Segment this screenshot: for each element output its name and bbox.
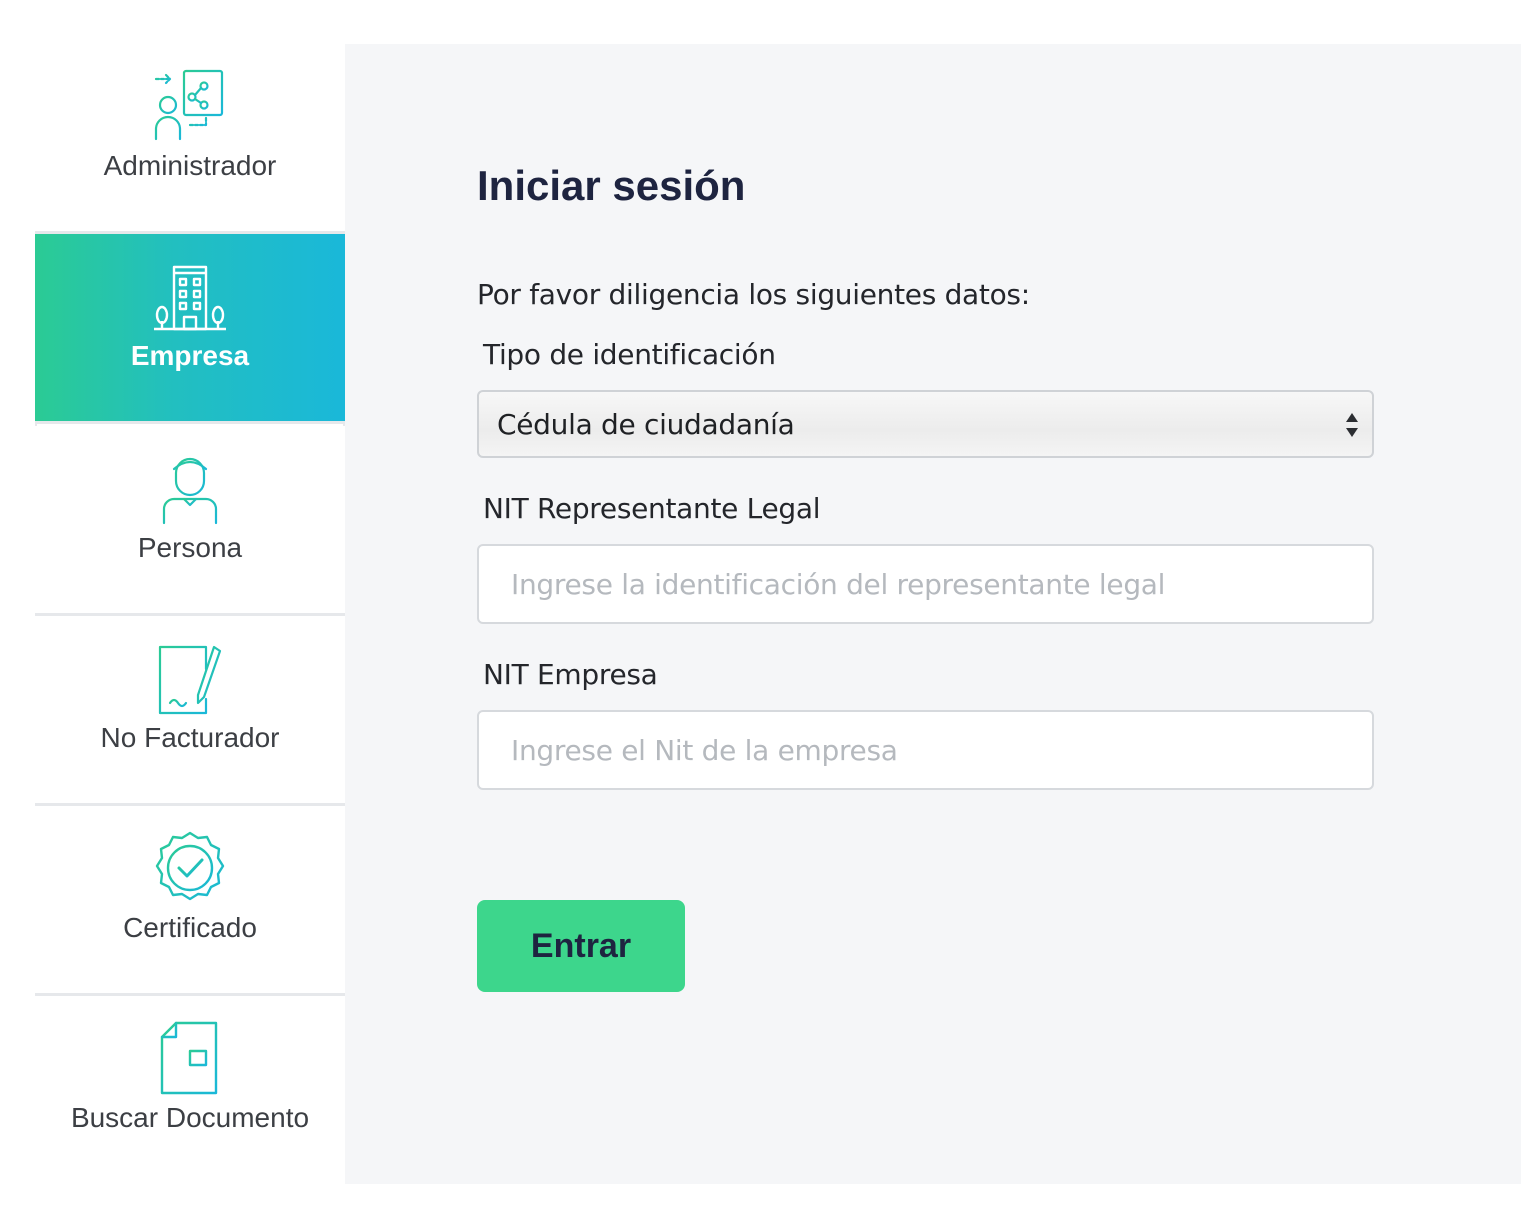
sidebar-item-label: No Facturador — [100, 722, 280, 753]
sidebar-item-certificado[interactable]: Certificado — [35, 806, 345, 996]
building-icon — [150, 256, 230, 336]
document-pen-icon — [150, 638, 230, 718]
nit-company-label: NIT Empresa — [483, 658, 658, 691]
nit-representative-input[interactable] — [477, 544, 1374, 624]
select-updown-arrows-icon — [1346, 413, 1358, 437]
sidebar-item-label: Persona — [137, 532, 243, 563]
sidebar-item-label: Buscar Documento — [70, 1102, 310, 1133]
sidebar-item-label: Certificado — [123, 912, 257, 943]
sidebar-item-label: Administrador — [103, 150, 277, 181]
sidebar-item-buscar-documento[interactable]: Buscar Documento — [35, 996, 345, 1186]
id-type-selected-value: Cédula de ciudadanía — [497, 407, 795, 441]
person-icon — [150, 448, 230, 528]
sidebar-item-label: Empresa — [130, 340, 250, 371]
id-type-select[interactable]: Cédula de ciudadanía — [477, 390, 1374, 458]
login-form-panel: Iniciar sesión Por favor diligencia los … — [345, 44, 1521, 1184]
login-page: Administrador Empresa Persona No Factura… — [0, 0, 1540, 1214]
form-instructions: Por favor diligencia los siguientes dato… — [477, 278, 1030, 311]
sidebar-item-empresa[interactable]: Empresa — [35, 234, 367, 424]
certificate-badge-icon — [150, 828, 230, 908]
nit-representative-label: NIT Representante Legal — [483, 492, 821, 525]
sidebar-item-no-facturador[interactable]: No Facturador — [35, 616, 345, 806]
submit-button[interactable]: Entrar — [477, 900, 685, 992]
sidebar-item-persona[interactable]: Persona — [35, 426, 345, 616]
id-type-label: Tipo de identificación — [483, 338, 776, 371]
sidebar-item-administrador[interactable]: Administrador — [35, 44, 345, 234]
nit-company-input[interactable] — [477, 710, 1374, 790]
page-title: Iniciar sesión — [477, 162, 746, 209]
search-document-icon — [150, 1018, 230, 1098]
sidebar: Administrador Empresa Persona No Factura… — [35, 44, 367, 1186]
admin-network-icon — [150, 66, 230, 146]
